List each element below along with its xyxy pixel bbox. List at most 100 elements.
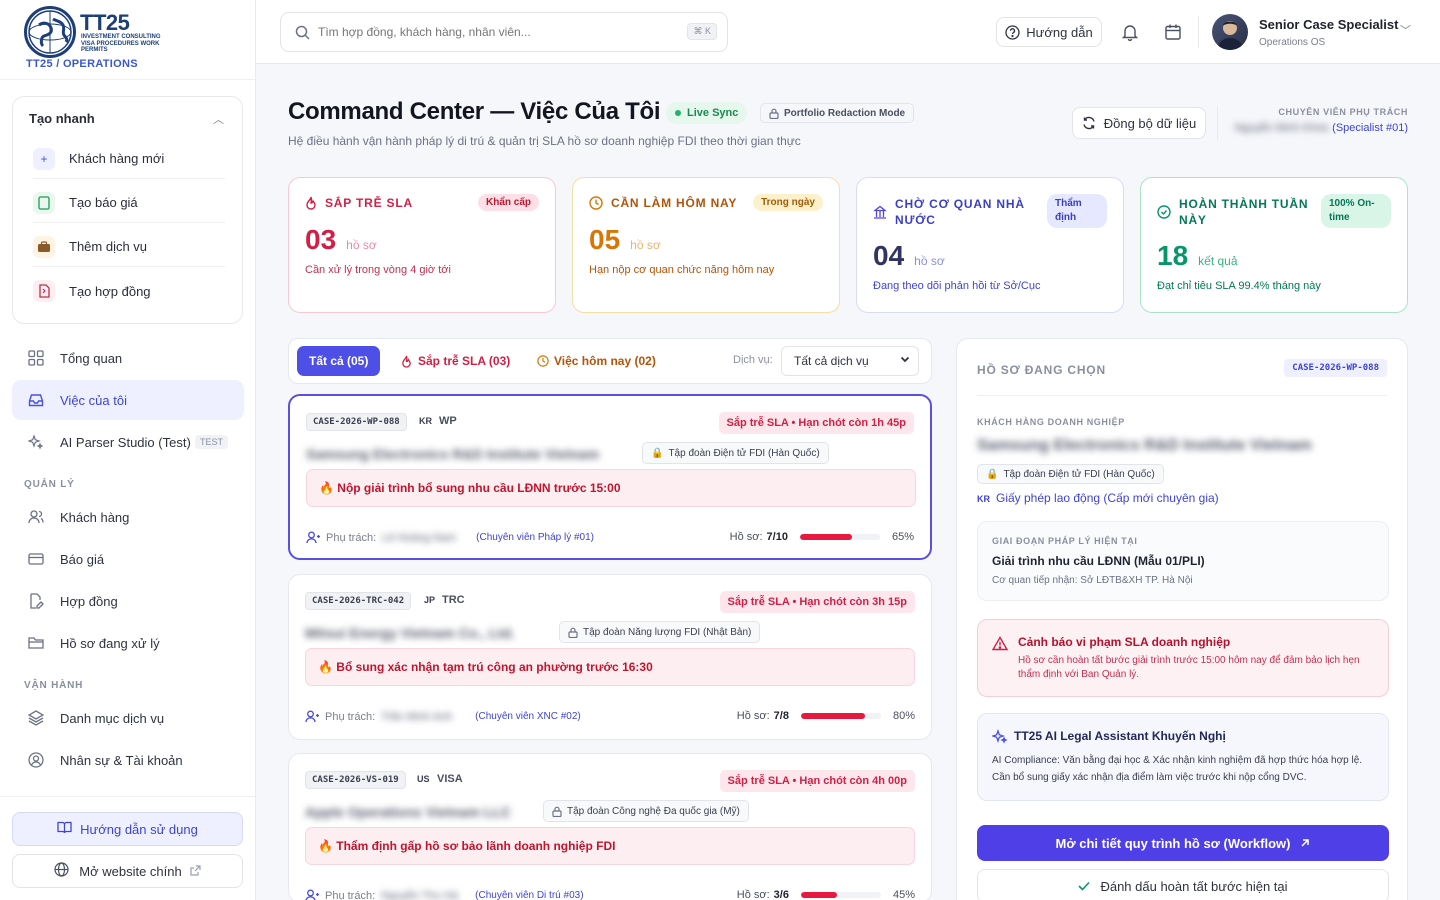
country-code: US <box>417 774 430 784</box>
document-icon <box>33 191 55 214</box>
check-icon <box>1078 881 1091 891</box>
check-circle-icon <box>1157 205 1171 219</box>
chevron-down-icon <box>900 354 910 367</box>
urgent-task[interactable]: 🔥 Thẩm định gấp hồ sơ bảo lãnh doanh ngh… <box>305 827 915 865</box>
stat-card-sla[interactable]: SẮP TRỄ SLA Khẩn cấp 03 hồ sơ Cần xử lý t… <box>288 177 556 313</box>
nav-overview[interactable]: Tổng quan <box>12 338 244 378</box>
selected-case-id: CASE-2026-WP-088 <box>1284 359 1387 377</box>
progress-bar <box>800 713 881 719</box>
section-manage-heading: QUẢN LÝ <box>24 479 75 490</box>
brand-subtitle: INVESTMENT CONSULTING VISA PROCEDURES WO… <box>81 34 161 53</box>
case-card[interactable]: CASE-2026-VS-019 US VISA Sắp trễ SLA • H… <box>288 753 932 900</box>
brand-logo[interactable]: TT25 INVESTMENT CONSULTING VISA PROCEDUR… <box>24 6 244 76</box>
redaction-label: Portfolio Redaction Mode <box>784 107 906 119</box>
divider <box>977 395 1387 396</box>
tenant-label: TT25 / OPERATIONS <box>26 58 138 70</box>
avatar[interactable] <box>1212 14 1248 50</box>
sidebar: TT25 INVESTMENT CONSULTING VISA PROCEDUR… <box>0 0 256 900</box>
open-workflow-button[interactable]: Mở chi tiết quy trình hồ sơ (Workflow) <box>977 825 1389 861</box>
quick-new-customer[interactable]: + Khách hàng mới <box>33 139 225 179</box>
case-card[interactable]: CASE-2026-TRC-042 JP TRC Sắp trễ SLA • H… <box>288 574 932 740</box>
nav-label: Danh mục dịch vụ <box>60 710 165 726</box>
lock-icon: 🔒 <box>651 447 664 459</box>
nav-services[interactable]: Danh mục dịch vụ <box>12 698 244 738</box>
sparkles-icon <box>992 729 1008 745</box>
globe-icon <box>54 862 69 880</box>
mark-step-complete-button[interactable]: Đánh dấu hoàn tất bước hiện tại <box>977 869 1389 900</box>
tab-sla[interactable]: Sắp trễ SLA (03) <box>401 346 510 376</box>
tab-today[interactable]: Việc hôm nay (02) <box>537 346 656 376</box>
sla-badge: Sắp trễ SLA • Hạn chót còn 4h 00p <box>719 770 915 792</box>
stat-card-government[interactable]: CHỜ CƠ QUAN NHÀ NƯỚC Thẩm định 04 hồ sơ Đ… <box>856 177 1124 313</box>
redaction-mode-badge[interactable]: Portfolio Redaction Mode <box>760 103 915 123</box>
stat-description: Đạt chỉ tiêu SLA 99.4% tháng này <box>1157 280 1321 292</box>
global-search[interactable]: ⌘ K <box>280 12 728 52</box>
open-website-button[interactable]: Mở website chính <box>12 854 243 888</box>
stat-card-completed[interactable]: HOÀN THÀNH TUẦN NÀY 100% On-time 18 kết q… <box>1140 177 1408 313</box>
legal-stage-box: GIAI ĐOẠN PHÁP LÝ HIỆN TẠI Giải trình nh… <box>977 521 1389 601</box>
main-content: Command Center — Việc Của Tôi Live Sync … <box>256 64 1440 900</box>
nav-label: Hồ sơ đang xử lý <box>60 635 160 651</box>
nav-label: Tổng quan <box>60 350 123 366</box>
sla-alert-box: Cảnh báo vi phạm SLA doanh nghiệp Hồ sơ … <box>977 619 1389 697</box>
sla-badge: Sắp trễ SLA • Hạn chót còn 1h 45p <box>718 412 914 434</box>
chevron-up-icon[interactable]: ︿ <box>213 111 224 127</box>
alert-title: Cảnh báo vi phạm SLA doanh nghiệp <box>1018 635 1231 649</box>
grid-icon <box>26 348 46 368</box>
calendar-icon[interactable] <box>1161 20 1185 44</box>
service-filter-select[interactable]: Tất cả dịch vụ <box>781 346 919 376</box>
panel-title: HỒ SƠ ĐANG CHỌN <box>977 363 1106 377</box>
guide-button[interactable]: Hướng dẫn sử dụng <box>12 812 243 846</box>
user-name: Senior Case Specialist <box>1259 17 1399 32</box>
nav-cases[interactable]: Hồ sơ đang xử lý <box>12 623 244 663</box>
quick-new-quote[interactable]: Tạo báo giá <box>33 183 225 223</box>
live-sync-badge: Live Sync <box>666 102 748 124</box>
corporate-group-tag: Tập đoàn Công nghệ Đa quốc gia (Mỹ) <box>543 800 749 822</box>
urgent-task[interactable]: 🔥 Nộp giải trình bổ sung nhu cầu LĐNN tr… <box>306 469 916 507</box>
company-name-redacted: Apple Operations Vietnam LLC <box>305 804 511 820</box>
external-link-icon <box>190 864 201 879</box>
case-id: CASE-2026-WP-088 <box>306 413 407 431</box>
nav-label: Khách hàng <box>60 509 130 525</box>
case-card[interactable]: CASE-2026-WP-088 KR WP Sắp trễ SLA • Hạn… <box>288 394 932 560</box>
search-input[interactable] <box>318 25 658 39</box>
nav-ai-parser[interactable]: AI Parser Studio (Test) TEST <box>12 422 244 462</box>
folder-icon <box>26 633 46 653</box>
urgent-task[interactable]: 🔥 Bổ sung xác nhận tạm trú công an phườn… <box>305 648 915 686</box>
stat-header: HOÀN THÀNH TUẦN NÀY <box>1157 196 1317 228</box>
quick-item-label: Khách hàng mới <box>69 151 165 166</box>
quick-create-panel: Tạo nhanh ︿ + Khách hàng mới Tạo báo giá… <box>12 96 243 324</box>
quick-add-service[interactable]: Thêm dịch vụ <box>33 227 225 267</box>
help-label: Hướng dẫn <box>1026 24 1093 40</box>
quick-item-label: Tạo hợp đồng <box>69 283 151 299</box>
help-button[interactable]: Hướng dẫn <box>996 17 1102 47</box>
nav-quotes[interactable]: Báo giá <box>12 539 244 579</box>
service-name[interactable]: KR Giấy phép lao động (Cấp mới chuyên gia… <box>977 491 1219 505</box>
users-icon <box>26 507 46 527</box>
lock-icon <box>568 627 578 638</box>
stage-name: Giải trình nhu cầu LĐNN (Mẫu 01/PLI) <box>992 554 1205 568</box>
chevron-down-icon[interactable]: ﹀ <box>1400 22 1411 38</box>
nav-staff[interactable]: Nhân sự & Tài khoản <box>12 740 244 780</box>
stat-card-today[interactable]: CẦN LÀM HÔM NAY Trong ngày 05 hồ sơ Hạn n… <box>572 177 840 313</box>
quick-new-contract[interactable]: Tạo hợp đồng <box>33 271 225 311</box>
brand-name: TT25 <box>80 10 130 35</box>
stat-header: SẮP TRỄ SLA <box>305 196 413 210</box>
help-circle-icon <box>1005 24 1020 40</box>
client-name-redacted: Samsung Electronics R&D Institute Vietna… <box>977 437 1312 454</box>
nav-contracts[interactable]: Hợp đồng <box>12 581 244 621</box>
building-icon <box>873 205 887 219</box>
page-subtitle: Hệ điều hành vận hành pháp lý di trú & q… <box>288 134 801 148</box>
client-group-tag: 🔒 Tập đoàn Điện tử FDI (Hàn Quốc) <box>977 464 1164 484</box>
section-ops-heading: VẬN HÀNH <box>24 680 84 691</box>
nav-customers[interactable]: Khách hàng <box>12 497 244 537</box>
quick-create-title[interactable]: Tạo nhanh <box>29 111 95 126</box>
service-filter-label: Dịch vụ: <box>733 354 773 366</box>
tab-all[interactable]: Tất cả (05) <box>297 346 381 376</box>
owner-role: (Specialist #01) <box>1332 122 1408 134</box>
bell-icon[interactable] <box>1118 20 1142 44</box>
nav-my-work[interactable]: Việc của tôi <box>12 380 244 420</box>
warning-icon <box>992 636 1008 651</box>
sync-data-button[interactable]: Đồng bộ dữ liệu <box>1072 107 1206 139</box>
clock-icon <box>589 196 603 210</box>
